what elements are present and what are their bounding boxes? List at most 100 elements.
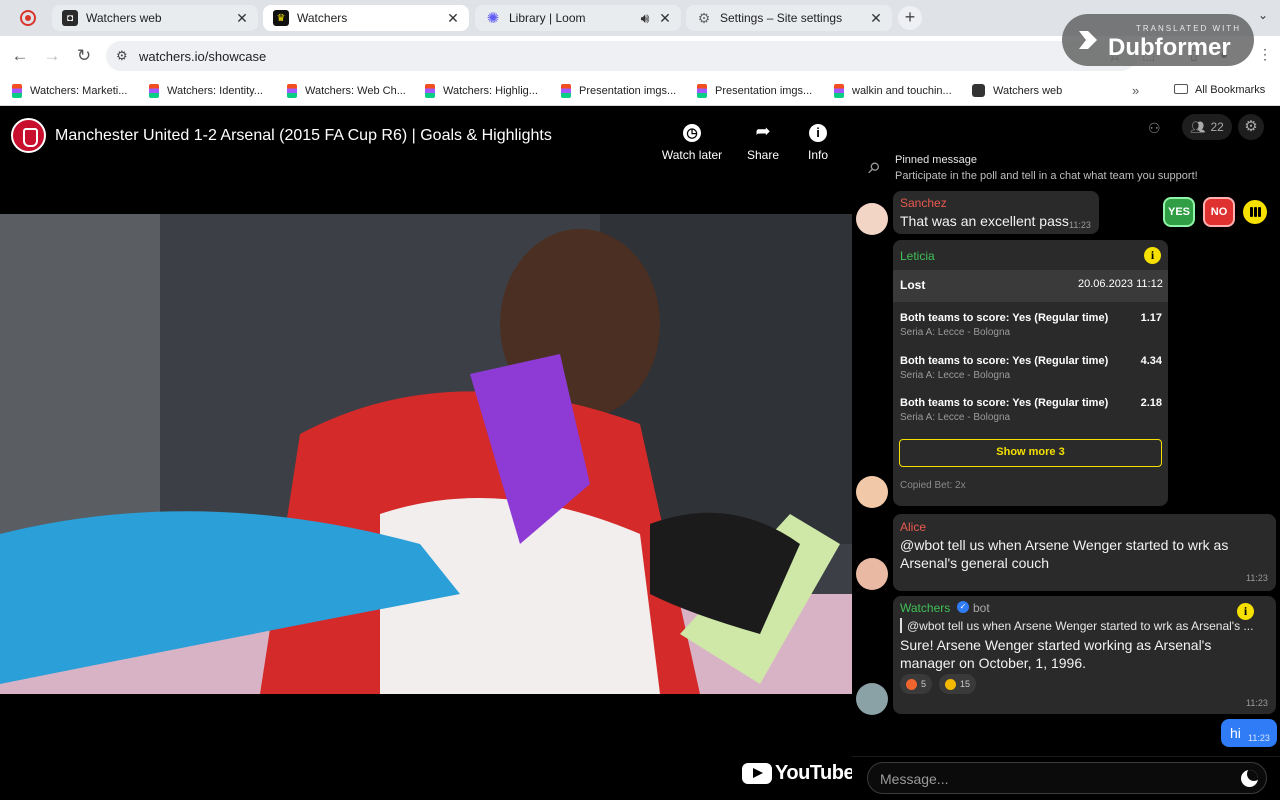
share-icon: ➦ xyxy=(755,121,771,141)
address-bar[interactable]: ⚙ watchers.io/showcase ☆ xyxy=(106,41,1136,71)
pin-icon: ⚲ xyxy=(863,158,884,179)
reload-icon[interactable]: ↻ xyxy=(72,44,96,68)
angry-face-icon xyxy=(906,678,917,690)
channel-logo[interactable] xyxy=(11,118,46,153)
message-text: Sure! Arsene Wenger started working as A… xyxy=(900,637,1212,671)
new-tab-button[interactable]: + xyxy=(898,6,922,30)
bet-item-odd: 1.17 xyxy=(1140,312,1162,324)
composer-divider xyxy=(852,756,1280,757)
bet-item-title: Both teams to score: Yes (Regular time) xyxy=(900,312,1109,324)
message-text: @wbot tell us when Arsene Wenger started… xyxy=(900,537,1229,571)
message-time: 11:23 xyxy=(1246,698,1268,708)
info-button[interactable]: i Info xyxy=(804,120,832,162)
quote-bar xyxy=(900,618,902,633)
pinned-text: Participate in the poll and tell in a ch… xyxy=(895,170,1198,182)
star-eyes-face-icon xyxy=(945,678,956,690)
forward-icon[interactable]: → xyxy=(40,44,64,68)
bet-date: 20.06.2023 11:12 xyxy=(1078,278,1163,290)
dubformer-brand: Dubformer xyxy=(1108,34,1231,61)
message-author[interactable]: Sanchez xyxy=(900,196,947,210)
quoted-message[interactable]: @wbot tell us when Arsene Wenger started… xyxy=(907,619,1257,633)
bookmark-item[interactable]: Presentation imgs... xyxy=(697,84,812,98)
dubformer-caption: TRANSLATED WITH xyxy=(1136,24,1241,33)
watchers-chat-icon: ◘ xyxy=(62,10,78,26)
viewer-count-button[interactable]: 👥︎ 22 xyxy=(1182,114,1232,140)
close-tab-icon[interactable]: ✕ xyxy=(866,10,886,27)
share-button[interactable]: ➦ Share xyxy=(744,120,782,162)
tab-settings[interactable]: ⚙ Settings – Site settings ✕ xyxy=(686,5,892,31)
bet-item-match: Seria A: Lecce - Bologna xyxy=(900,327,1011,338)
menu-icon[interactable]: ⋮ xyxy=(1258,46,1272,63)
poll-no-button[interactable]: NO xyxy=(1203,197,1235,227)
chat-settings-button[interactable]: ⚙ xyxy=(1238,114,1264,140)
reaction-chip[interactable]: 15 xyxy=(939,674,977,694)
avatar[interactable] xyxy=(856,203,888,235)
bot-avatar[interactable] xyxy=(856,683,888,715)
watchers-crown-icon: ♛ xyxy=(273,10,289,26)
figma-icon xyxy=(149,84,159,98)
watch-later-button[interactable]: ◷ Watch later xyxy=(660,120,724,162)
bookmark-item[interactable]: Watchers: Highlig... xyxy=(425,84,538,98)
tab-loom[interactable]: ✺ Library | Loom 🔊︎ ✕ xyxy=(475,5,681,31)
avatar[interactable] xyxy=(856,476,888,508)
video-title[interactable]: Manchester United 1-2 Arsenal (2015 FA C… xyxy=(55,127,552,145)
bookmark-item[interactable]: walkin and touchin... xyxy=(834,84,952,98)
pinned-title: Pinned message xyxy=(895,154,977,166)
close-tab-icon[interactable]: ✕ xyxy=(655,10,675,27)
message-text: That was an excellent pass xyxy=(900,213,1069,229)
bookmark-item[interactable]: Presentation imgs... xyxy=(561,84,676,98)
info-icon[interactable]: i xyxy=(1237,603,1254,620)
tab-search-icon[interactable]: ⌄ xyxy=(1258,8,1268,22)
close-tab-icon[interactable]: ✕ xyxy=(232,10,252,27)
poll-yes-button[interactable]: YES xyxy=(1163,197,1195,227)
message-composer[interactable] xyxy=(867,762,1267,794)
tab-watchers[interactable]: ♛ Watchers ✕ xyxy=(263,5,469,31)
bet-item-match: Seria A: Lecce - Bologna xyxy=(900,370,1011,381)
poll-results-icon[interactable] xyxy=(1243,200,1267,224)
recording-icon[interactable] xyxy=(20,10,36,26)
bet-item-match: Seria A: Lecce - Bologna xyxy=(900,412,1011,423)
copied-bet-count: Copied Bet: 2x xyxy=(900,480,966,491)
bookmark-item[interactable]: Watchers web xyxy=(972,84,1062,97)
bookmark-item[interactable]: Watchers: Identity... xyxy=(149,84,263,98)
figma-icon xyxy=(834,84,844,98)
chat-panel: ⚇ 👥︎ 22 ⚙ ⚲ Pinned message Participate i… xyxy=(852,106,1280,800)
video-frame[interactable] xyxy=(0,214,852,694)
info-icon[interactable]: i xyxy=(1144,247,1161,264)
figma-icon xyxy=(287,84,297,98)
url-text: watchers.io/showcase xyxy=(139,49,267,64)
bet-item-title: Both teams to score: Yes (Regular time) xyxy=(900,397,1109,409)
site-info-icon[interactable]: ⚙ xyxy=(116,48,128,64)
youtube-logo[interactable]: YouTube xyxy=(742,762,855,785)
video-frame-image xyxy=(0,214,852,694)
moon-icon[interactable] xyxy=(1241,770,1258,787)
folder-icon xyxy=(1174,84,1188,94)
bet-item-odd: 4.34 xyxy=(1140,355,1162,367)
dubformer-overlay: TRANSLATED WITH Dubformer xyxy=(1062,14,1254,66)
back-icon[interactable]: ← xyxy=(8,44,32,68)
message-author[interactable]: Watchers xyxy=(900,601,950,615)
bet-item-title: Both teams to score: Yes (Regular time) xyxy=(900,355,1109,367)
tab-watchers-web[interactable]: ◘ Watchers web ✕ xyxy=(52,5,258,31)
bookmarks-bar: Watchers: Marketi... Watchers: Identity.… xyxy=(0,76,1280,106)
bet-status: Lost xyxy=(900,278,926,292)
bookmarks-overflow-icon[interactable]: » xyxy=(1132,83,1139,98)
message-time: 11:23 xyxy=(1246,573,1268,583)
figma-icon xyxy=(697,84,707,98)
user-settings-icon[interactable]: ⚇ xyxy=(1148,120,1161,137)
close-tab-icon[interactable]: ✕ xyxy=(443,10,463,27)
message-input[interactable] xyxy=(880,769,1220,789)
bet-item-odd: 2.18 xyxy=(1140,397,1162,409)
avatar[interactable] xyxy=(856,558,888,590)
video-player[interactable]: Manchester United 1-2 Arsenal (2015 FA C… xyxy=(0,106,855,800)
reaction-chip[interactable]: 5 xyxy=(900,674,933,694)
speaker-icon[interactable]: 🔊︎ xyxy=(637,10,653,27)
all-bookmarks-button[interactable]: All Bookmarks xyxy=(1174,84,1265,96)
bookmark-item[interactable]: Watchers: Web Ch... xyxy=(287,84,406,98)
message-author[interactable]: Leticia xyxy=(900,249,935,263)
loom-icon: ✺ xyxy=(486,10,500,27)
message-author[interactable]: Alice xyxy=(900,520,926,534)
gear-icon: ⚙ xyxy=(697,9,711,26)
bookmark-item[interactable]: Watchers: Marketi... xyxy=(12,84,127,98)
show-more-button[interactable]: Show more 3 xyxy=(899,439,1162,467)
